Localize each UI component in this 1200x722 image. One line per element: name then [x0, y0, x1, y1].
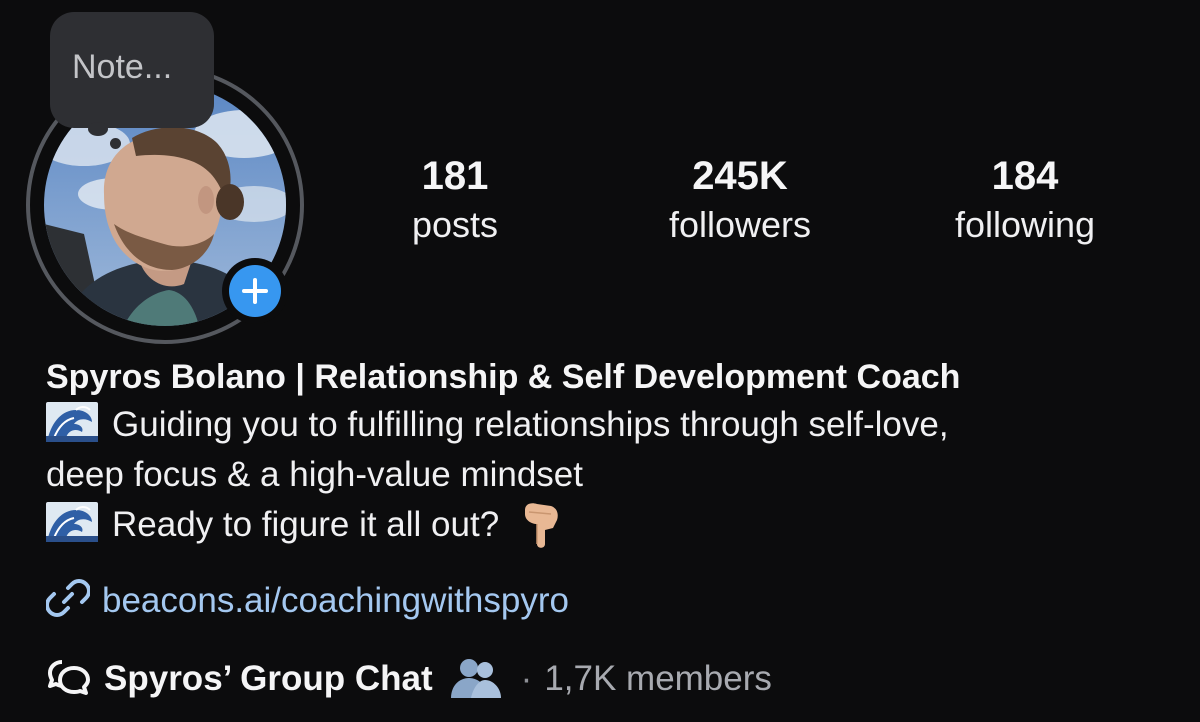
separator-dot: ·: [520, 659, 533, 698]
following-label: following: [954, 204, 1096, 245]
add-story-button[interactable]: [222, 258, 288, 324]
bio-line-3-text: Ready to figure it all out?: [112, 505, 500, 544]
pointing-down-emoji: [521, 500, 561, 550]
bio-link[interactable]: beacons.ai/coachingwithspyro: [46, 576, 569, 628]
bio-line-1: Guiding you to fulfilling relationships …: [46, 400, 1176, 450]
stat-followers[interactable]: 245K followers: [669, 150, 811, 248]
link-text[interactable]: beacons.ai/coachingwithspyro: [102, 581, 569, 620]
followers-label: followers: [668, 204, 812, 245]
stat-posts[interactable]: 181 posts: [412, 150, 498, 248]
profile-name: Spyros Bolano | Relationship & Self Deve…: [46, 358, 961, 396]
link-icon: [46, 576, 90, 620]
note-placeholder: Note...: [72, 48, 173, 86]
stat-following[interactable]: 184 following: [955, 150, 1095, 248]
posts-count: 181: [421, 154, 489, 198]
chat-bubbles-icon: [46, 656, 90, 696]
people-icon: [447, 658, 505, 698]
wave-emoji: [46, 402, 98, 442]
following-count: 184: [991, 154, 1059, 198]
wave-emoji: [46, 502, 98, 542]
bio-line-2: deep focus & a high-value mindset: [46, 455, 583, 494]
followers-count: 245K: [692, 154, 788, 198]
posts-label: posts: [411, 204, 499, 245]
note-tail: [88, 122, 108, 136]
members-count: 1,7K members: [544, 659, 772, 698]
plus-icon: [229, 265, 281, 317]
group-chat-name[interactable]: Spyros’ Group Chat: [104, 659, 433, 698]
bio-line-1-text: Guiding you to fulfilling relationships …: [112, 405, 949, 444]
profile-bio: Spyros Bolano | Relationship & Self Deve…: [46, 354, 1176, 550]
group-chat-row[interactable]: Spyros’ Group Chat · 1,7K members: [46, 656, 772, 699]
note-tail-dot: [110, 138, 121, 149]
note-bubble[interactable]: Note...: [50, 12, 214, 128]
bio-line-3: Ready to figure it all out?: [46, 500, 1176, 550]
